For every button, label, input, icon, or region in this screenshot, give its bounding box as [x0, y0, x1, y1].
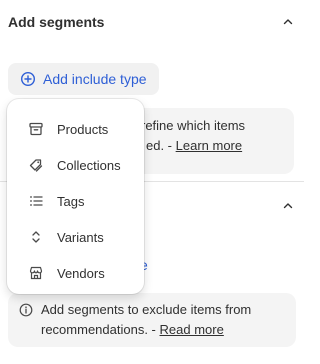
add-include-type-button[interactable]: Add include type — [8, 63, 159, 95]
include-info-line2: ed. - Learn more — [146, 136, 242, 156]
menu-item-products[interactable]: Products — [7, 111, 144, 147]
read-more-link[interactable]: Read more — [160, 322, 224, 337]
section-title: Add segments — [8, 14, 105, 30]
menu-item-collections[interactable]: Collections — [7, 147, 144, 183]
chevron-up-icon[interactable] — [280, 198, 296, 214]
menu-item-label: Tags — [57, 193, 85, 209]
chevron-up-down-icon — [27, 228, 45, 246]
menu-item-tags[interactable]: Tags — [7, 183, 144, 219]
plus-circle-icon — [20, 71, 36, 87]
exclude-info-text: Add segments to exclude items from recom… — [41, 300, 291, 340]
add-include-type-label: Add include type — [43, 71, 147, 87]
list-icon — [27, 192, 45, 210]
menu-item-label: Collections — [57, 157, 121, 173]
store-icon — [27, 264, 45, 282]
archive-icon — [27, 120, 45, 138]
info-icon — [19, 303, 33, 317]
learn-more-link[interactable]: Learn more — [176, 138, 242, 153]
menu-item-label: Variants — [57, 229, 104, 245]
include-info-line2-text: ed. - — [146, 138, 173, 153]
include-info-line1: refine which items — [141, 118, 246, 133]
chevron-up-icon[interactable] — [280, 14, 296, 30]
menu-item-label: Products — [57, 121, 109, 137]
tag-pair-icon — [27, 156, 45, 174]
menu-item-vendors[interactable]: Vendors — [7, 255, 144, 291]
add-segments-header[interactable]: Add segments — [8, 10, 296, 34]
include-type-dropdown: Products Collections Tags Variants Vendo… — [7, 99, 144, 294]
menu-item-label: Vendors — [57, 265, 105, 281]
menu-item-variants[interactable]: Variants — [7, 219, 144, 255]
segments-panel: Add segments Add include type refine whi… — [0, 0, 304, 364]
